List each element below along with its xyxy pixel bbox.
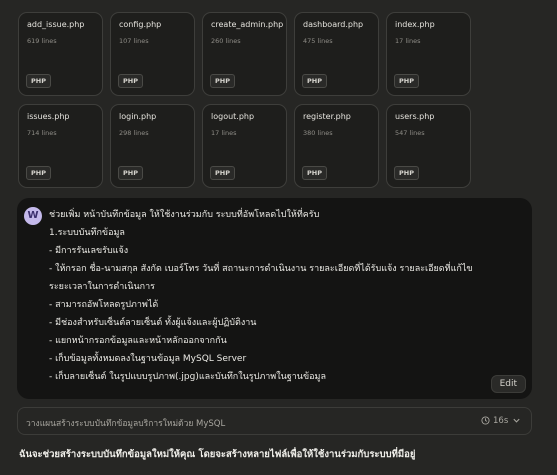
file-type-badge: PHP	[118, 166, 143, 180]
file-type-badge: PHP	[26, 166, 51, 180]
file-card-register[interactable]: register.php 380 lines PHP	[294, 104, 379, 188]
chevron-down-icon[interactable]	[512, 416, 521, 425]
file-card-config[interactable]: config.php 107 lines PHP	[110, 12, 195, 96]
file-line-count: 260 lines	[211, 37, 241, 45]
file-card-index[interactable]: index.php 17 lines PHP	[386, 12, 471, 96]
assistant-reply: ฉันจะช่วยสร้างระบบบันทึกข้อมูลใหม่ให้คุณ…	[19, 449, 416, 460]
file-card-issues[interactable]: issues.php 714 lines PHP	[18, 104, 103, 188]
edit-button[interactable]: Edit	[490, 375, 526, 393]
file-name: issues.php	[27, 112, 70, 121]
file-type-badge: PHP	[118, 74, 143, 88]
message-line: - มีช่องสำหรับเซ็นต์ลายเซ็นต์ ทั้งผู้แจ้…	[49, 318, 257, 328]
message-line: - แยกหน้ากรอกข้อมูลและหน้าหลักออกจากกัน	[49, 336, 227, 346]
file-name: create_admin.php	[211, 20, 284, 29]
file-line-count: 475 lines	[303, 37, 333, 45]
file-type-badge: PHP	[26, 74, 51, 88]
file-name: index.php	[395, 20, 435, 29]
file-name: add_issue.php	[27, 20, 85, 29]
file-card-add-issue[interactable]: add_issue.php 619 lines PHP	[18, 12, 103, 96]
file-line-count: 17 lines	[211, 129, 237, 137]
file-line-count: 107 lines	[119, 37, 149, 45]
message-line: ระยะเวลาในการดำเนินการ	[49, 282, 155, 292]
message-line: - ให้กรอก ชื่อ-นามสกุล สังกัด เบอร์โทร ว…	[49, 264, 473, 274]
thinking-summary[interactable]: วางแผนสร้างระบบบันทึกข้อมูลบริการใหม่ด้ว…	[17, 407, 532, 435]
file-line-count: 298 lines	[119, 129, 149, 137]
file-type-badge: PHP	[210, 74, 235, 88]
file-name: login.php	[119, 112, 157, 121]
file-card-login[interactable]: login.php 298 lines PHP	[110, 104, 195, 188]
file-card-logout[interactable]: logout.php 17 lines PHP	[202, 104, 287, 188]
message-line: - เก็บข้อมูลทั้งหมดลงในฐานข้อมูล MySQL S…	[49, 354, 247, 364]
message-line: 1.ระบบบันทึกข้อมูล	[49, 228, 125, 238]
file-type-badge: PHP	[210, 166, 235, 180]
file-type-badge: PHP	[394, 74, 419, 88]
file-type-badge: PHP	[302, 166, 327, 180]
file-line-count: 714 lines	[27, 129, 57, 137]
clock-icon	[481, 416, 490, 425]
message-line: ช่วยเพิ่ม หน้าบันทึกข้อมูล ให้ใช้งานร่วม…	[49, 210, 320, 220]
file-card-users[interactable]: users.php 547 lines PHP	[386, 104, 471, 188]
file-line-count: 380 lines	[303, 129, 333, 137]
thinking-label: วางแผนสร้างระบบบันทึกข้อมูลบริการใหม่ด้ว…	[26, 419, 226, 429]
thinking-duration: 16s	[493, 416, 509, 426]
message-line: - เก็บลายเซ็นต์ ในรูปแบบรูปภาพ(.jpg)และบ…	[49, 372, 326, 382]
file-line-count: 619 lines	[27, 37, 57, 45]
file-line-count: 17 lines	[395, 37, 421, 45]
file-name: register.php	[303, 112, 351, 121]
file-type-badge: PHP	[302, 74, 327, 88]
file-type-badge: PHP	[394, 166, 419, 180]
file-name: dashboard.php	[303, 20, 364, 29]
user-message: W ช่วยเพิ่ม หน้าบันทึกข้อมูล ให้ใช้งานร่…	[17, 198, 532, 399]
file-name: config.php	[119, 20, 162, 29]
file-line-count: 547 lines	[395, 129, 425, 137]
avatar: W	[24, 207, 42, 225]
file-card-dashboard[interactable]: dashboard.php 475 lines PHP	[294, 12, 379, 96]
message-line: - สามารถอัพโหลดรูปภาพได้	[49, 300, 159, 310]
file-card-create-admin[interactable]: create_admin.php 260 lines PHP	[202, 12, 287, 96]
file-name: logout.php	[211, 112, 255, 121]
file-name: users.php	[395, 112, 435, 121]
message-line: - มีการรันเลขรับแจ้ง	[49, 246, 129, 256]
